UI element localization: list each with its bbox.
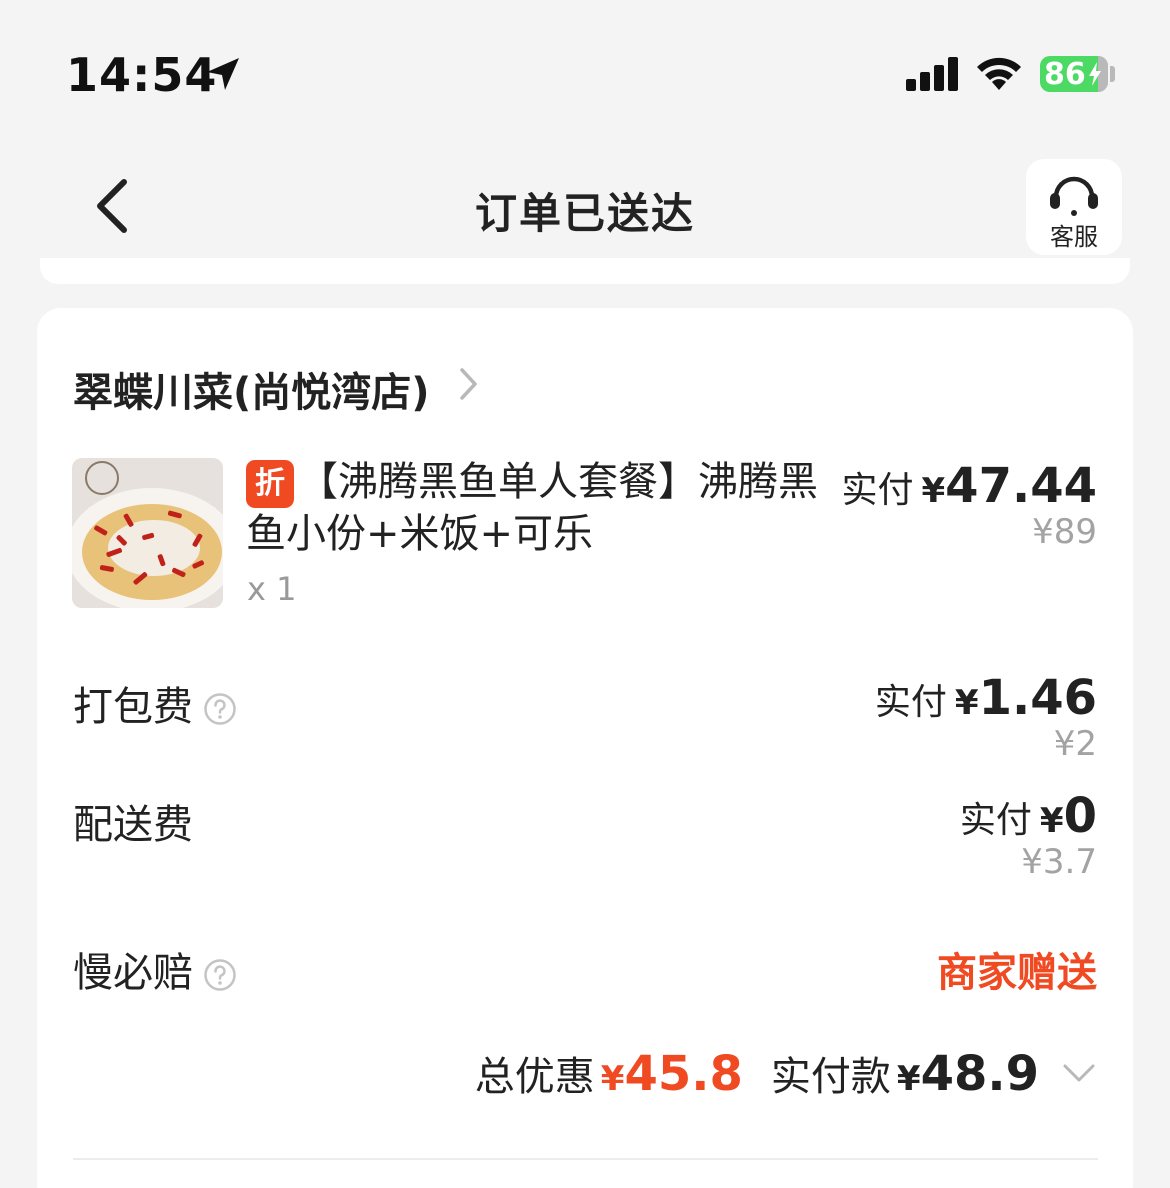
packing-fee-original-price: ¥2 <box>1053 724 1097 764</box>
total-discount-amount: 45.8 <box>624 1046 743 1102</box>
paid-label: 实付 <box>874 682 947 723</box>
customer-service-button[interactable]: 客服 <box>1026 159 1122 255</box>
delivery-fee-paid-row: 实付 ¥0 <box>960 788 1097 844</box>
location-arrow-icon <box>207 58 239 90</box>
wifi-icon <box>977 57 1021 90</box>
order-card: 翠蝶川菜(尚悦湾店) 折 【沸腾黑鱼单人套餐】沸腾黑鱼小份+米饭+可乐 x 1 … <box>37 308 1133 1188</box>
dish-thumbnail[interactable] <box>72 458 223 608</box>
paid-label: 实付 <box>841 470 914 511</box>
total-discount-label: 总优惠 <box>474 1054 595 1100</box>
battery-icon: 86 <box>1040 56 1108 92</box>
order-summary[interactable]: 总优惠 ¥ 45.8 实付款 ¥ 48.9 <box>475 1044 1097 1102</box>
headset-icon <box>1050 176 1098 216</box>
battery-nub <box>1110 66 1115 82</box>
service-label: 客服 <box>1050 223 1098 251</box>
item-paid-row: 实付 ¥47.44 <box>841 458 1097 514</box>
chevron-down-icon[interactable] <box>1061 1061 1097 1085</box>
total-paid-label: 实付款 <box>770 1054 891 1100</box>
packing-fee-price-block: 实付 ¥1.46 ¥2 <box>875 670 1097 764</box>
delivery-fee-price-block: 实付 ¥0 ¥3.7 <box>960 788 1097 882</box>
status-time: 14:54 <box>66 48 218 102</box>
currency-symbol: ¥ <box>954 683 979 723</box>
packing-fee-paid-row: 实付 ¥1.46 <box>875 670 1097 726</box>
currency-symbol: ¥ <box>1039 801 1064 841</box>
previous-card-edge <box>40 258 1130 284</box>
item-original-price: ¥89 <box>1032 512 1097 552</box>
item-quantity: x 1 <box>247 570 297 608</box>
charging-bolt-icon <box>1089 62 1101 86</box>
total-paid-amount: 48.9 <box>920 1046 1039 1102</box>
delivery-fee-original-price: ¥3.7 <box>1021 842 1097 882</box>
signal-icon <box>906 57 958 91</box>
page-title: 订单已送达 <box>474 189 695 238</box>
question-circle-icon[interactable] <box>203 958 237 992</box>
delivery-fee-paid-amount: 0 <box>1063 788 1097 844</box>
store-name[interactable]: 翠蝶川菜(尚悦湾店) <box>73 360 430 418</box>
divider <box>73 1158 1098 1160</box>
slow-compensation-row: 慢必赔 <box>73 940 237 998</box>
packing-fee-paid-amount: 1.46 <box>978 670 1097 726</box>
nav-bar: 订单已送达 客服 <box>0 150 1170 270</box>
currency-symbol: ¥ <box>896 1059 921 1099</box>
order-detail-page: 14:54 86 订单已送达 客服 翠蝶川菜(尚悦湾店) 折 【沸腾黑鱼单人套餐… <box>0 0 1170 1188</box>
item-price-block: 实付 ¥47.44 ¥89 <box>841 458 1097 552</box>
battery-level: 86 <box>1044 57 1086 92</box>
currency-symbol: ¥ <box>921 471 946 511</box>
currency-symbol: ¥ <box>600 1059 625 1099</box>
delivery-fee-label: 配送费 <box>73 802 193 848</box>
packing-fee-label: 打包费 <box>73 684 193 730</box>
packing-fee-row: 打包费 <box>73 674 237 732</box>
merchant-gift-text: 商家赠送 <box>937 950 1097 996</box>
slow-compensation-label: 慢必赔 <box>73 950 193 996</box>
delivery-fee-row: 配送费 <box>73 792 193 850</box>
status-bar: 14:54 86 <box>0 0 1170 150</box>
question-circle-icon[interactable] <box>203 692 237 726</box>
chevron-right-icon[interactable] <box>453 364 483 404</box>
item-paid-amount: 47.44 <box>945 458 1097 514</box>
item-name[interactable]: 【沸腾黑鱼单人套餐】沸腾黑鱼小份+米饭+可乐 <box>246 456 846 560</box>
paid-label: 实付 <box>959 800 1032 841</box>
